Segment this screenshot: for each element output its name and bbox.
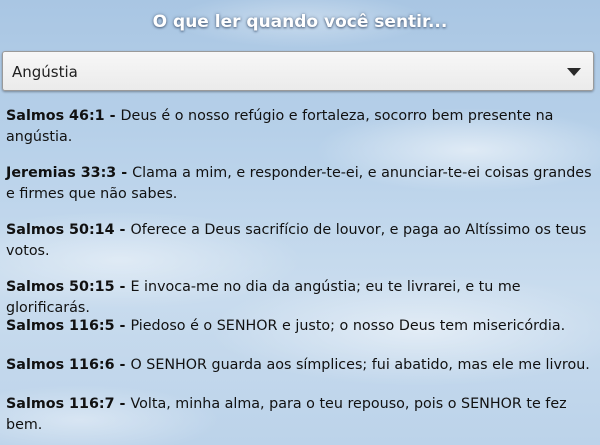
feeling-dropdown[interactable]: Angústia	[2, 51, 594, 91]
verse-item[interactable]: Salmos 116:7 - Volta, minha alma, para o…	[6, 394, 594, 436]
verse-text: O SENHOR guarda aos símplices; fui abati…	[130, 357, 590, 373]
verse-separator: -	[114, 279, 131, 295]
verse-item[interactable]: Salmos 50:15 - E invoca-me no dia da ang…	[6, 277, 594, 319]
verse-reference: Salmos 50:14	[6, 222, 115, 238]
verse-separator: -	[114, 357, 131, 373]
verse-separator: -	[114, 396, 131, 412]
verse-text: Piedoso é o SENHOR e justo; o nosso Deus…	[130, 318, 566, 334]
verse-reference: Salmos 116:5	[6, 318, 115, 334]
verse-separator: -	[116, 165, 133, 181]
verse-separator: -	[114, 222, 131, 238]
verse-reference: Salmos 46:1	[6, 108, 105, 124]
dropdown-arrow-icon	[567, 68, 581, 76]
verse-separator: -	[114, 318, 131, 334]
verse-reference: Salmos 50:15	[6, 279, 115, 295]
verse-reference: Jeremias 33:3	[6, 165, 117, 181]
verse-item[interactable]: Salmos 116:5 - Piedoso é o SENHOR e just…	[6, 316, 594, 337]
dropdown-selected-value: Angústia	[12, 63, 78, 81]
verse-item[interactable]: Salmos 46:1 - Deus é o nosso refúgio e f…	[6, 106, 594, 148]
verse-reference: Salmos 116:6	[6, 357, 115, 373]
page-title: O que ler quando você sentir...	[152, 12, 448, 32]
verse-item[interactable]: Jeremias 33:3 - Clama a mim, e responder…	[6, 163, 594, 205]
verse-item[interactable]: Salmos 116:6 - O SENHOR guarda aos símpl…	[6, 355, 594, 376]
verse-reference: Salmos 116:7	[6, 396, 115, 412]
verse-item[interactable]: Salmos 50:14 - Oferece a Deus sacrifício…	[6, 220, 594, 262]
verse-separator: -	[104, 108, 121, 124]
